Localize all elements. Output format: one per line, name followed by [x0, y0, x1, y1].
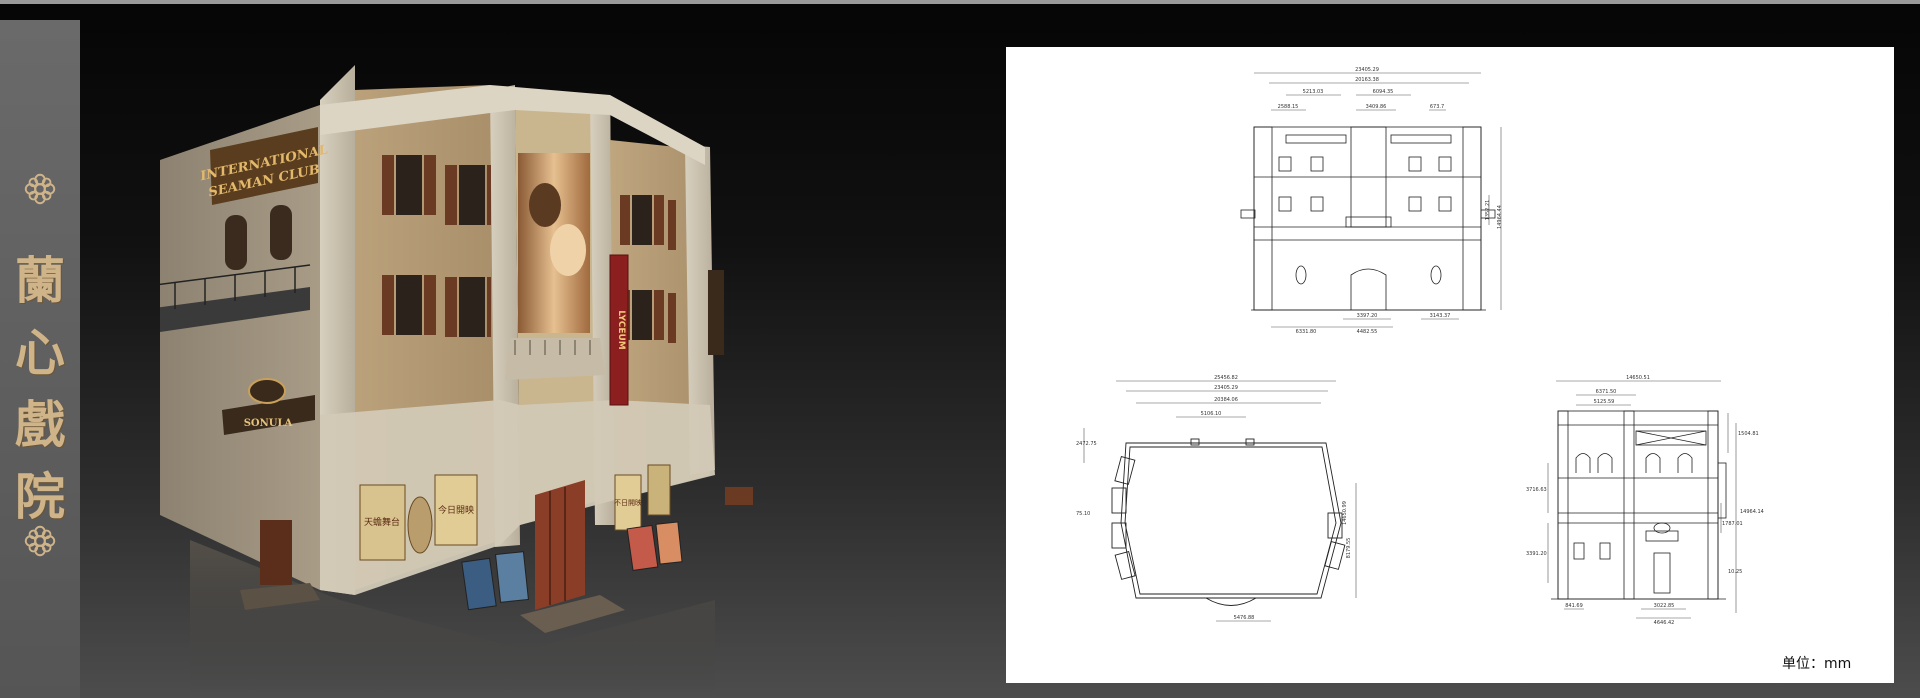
title-char: 蘭 [15, 251, 65, 310]
unit-label: 单位：mm [1782, 656, 1852, 672]
flower-medallion-icon [24, 173, 56, 205]
dim-label: 6371.50 [1596, 389, 1617, 395]
dim-label: 10.25 [1728, 569, 1742, 575]
dim-label: 5106.10 [1201, 411, 1222, 417]
dim-label: 23405.29 [1355, 67, 1379, 73]
dim-label: 1352.21 [1485, 200, 1491, 221]
dim-label: 6094.35 [1373, 89, 1394, 95]
front-elevation-drawing: 23405.29 20163.38 5213.03 6094.35 2588.1… [1240, 67, 1503, 335]
dim-label: 1504.81 [1738, 431, 1759, 437]
dim-label: 14964.14 [1740, 509, 1764, 515]
dim-label: 20384.06 [1214, 397, 1238, 403]
lyceum-sign: LYCEUM [616, 310, 626, 350]
dim-label: 6331.80 [1296, 329, 1317, 335]
dim-label: 3143.37 [1430, 313, 1451, 319]
reflected-sign: SONULA [244, 418, 293, 429]
dim-label: 14650.99 [1342, 501, 1348, 525]
dim-label: 5476.88 [1234, 615, 1255, 621]
building-render: INTERNATIONAL SEAMAN CLUB LYCEUM SONULA … [160, 65, 753, 698]
dim-label: 673.7 [1430, 104, 1444, 110]
dim-label: 3391.20 [1526, 551, 1547, 557]
dim-label: 2472.75 [1076, 441, 1097, 447]
dim-label: 2588.15 [1278, 104, 1299, 110]
dim-label: 4482.55 [1357, 329, 1378, 335]
dim-label: 841.69 [1565, 603, 1583, 609]
dim-label: 5213.03 [1303, 89, 1324, 95]
dim-label: 3022.85 [1654, 603, 1675, 609]
title-char: 戲 [15, 395, 65, 454]
dim-label: 20163.38 [1355, 77, 1379, 83]
dim-label: 3716.63 [1526, 487, 1547, 493]
dim-label: 14964.44 [1497, 205, 1503, 229]
dim-label: 1787.01 [1722, 521, 1743, 527]
dim-label: 25456.82 [1214, 375, 1238, 381]
dim-label: 14650.51 [1626, 375, 1650, 381]
dim-label: 23405.29 [1214, 385, 1238, 391]
top-border [0, 0, 1920, 4]
title-sidebar: 蘭 心 戲 院 [0, 20, 80, 698]
poster-right: 今日開映 [438, 504, 474, 516]
dim-label: 8179.55 [1346, 538, 1352, 559]
dim-label: 4646.42 [1654, 620, 1675, 626]
dim-label: 75.10 [1076, 511, 1090, 517]
dim-label: 5125.59 [1594, 399, 1615, 405]
dim-label: 3409.86 [1366, 104, 1387, 110]
poster-side: 不日開映 [614, 498, 642, 507]
dim-label: 3397.20 [1357, 313, 1378, 319]
poster-left: 天蟾舞台 [364, 516, 400, 528]
drawing-sheet: 23405.29 20163.38 5213.03 6094.35 2588.1… [1006, 47, 1894, 683]
vertical-title: 蘭 心 戲 院 [0, 245, 80, 533]
title-char: 心 [15, 323, 65, 382]
side-elevation-drawing: 14650.51 6371.50 5125.59 3716.63 3391.20… [1526, 375, 1764, 626]
floor-plan-drawing: 25456.82 23405.29 20384.06 5106.10 2472.… [1076, 375, 1357, 622]
flower-medallion-icon [24, 525, 56, 557]
